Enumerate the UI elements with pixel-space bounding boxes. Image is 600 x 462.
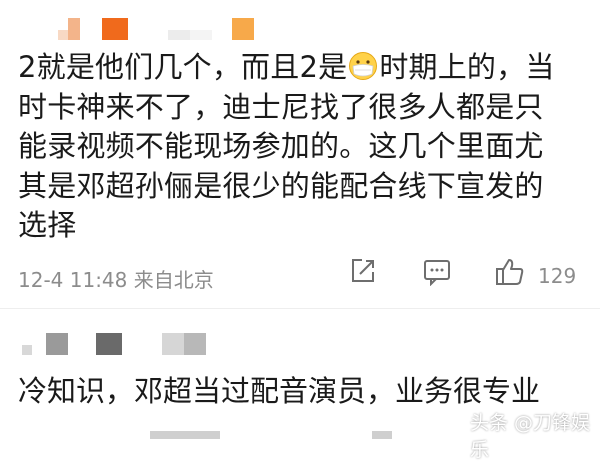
censored-username-top xyxy=(58,18,254,40)
comment-meta: 12-4 11:48 来自北京 xyxy=(18,268,214,292)
cutoff-mosaic xyxy=(150,431,220,439)
mask-face-emoji xyxy=(349,52,378,80)
comment-button[interactable] xyxy=(422,256,452,290)
comment-icon xyxy=(424,260,450,287)
share-icon xyxy=(352,259,374,282)
comment-line: 2就是他们几个，而且2是 时期上的，当 xyxy=(18,48,588,88)
like-icon xyxy=(496,259,524,285)
comment-body: 2就是他们几个，而且2是 时期上的，当 时卡神来不了，迪士尼找了很多人都是只 能… xyxy=(18,48,588,246)
cutoff-mosaic xyxy=(372,431,392,439)
comment-line: 其是邓超孙俪是很少的能配合线下宣发的 xyxy=(18,168,544,203)
censored-username-reply xyxy=(22,333,206,355)
like-count: 129 xyxy=(538,264,577,288)
divider xyxy=(0,308,600,309)
comment-line: 选择 xyxy=(18,208,77,242)
like-button[interactable] xyxy=(494,256,526,292)
watermark: 头条 @刀锋娱乐 xyxy=(470,412,591,461)
comment-line: 能录视频不能现场参加的。这几个里面尤 xyxy=(18,129,544,163)
reply-text: 冷知识，邓超当过配音演员，业务很专业 xyxy=(18,374,541,408)
comment-line: 时卡神来不了，迪士尼找了很多人都是只 xyxy=(18,89,544,124)
comment-text-segment: 时期上的，当 xyxy=(379,50,555,84)
comment-text-segment: 2就是他们几个，而且2是 xyxy=(18,50,348,84)
share-button[interactable] xyxy=(348,256,378,290)
